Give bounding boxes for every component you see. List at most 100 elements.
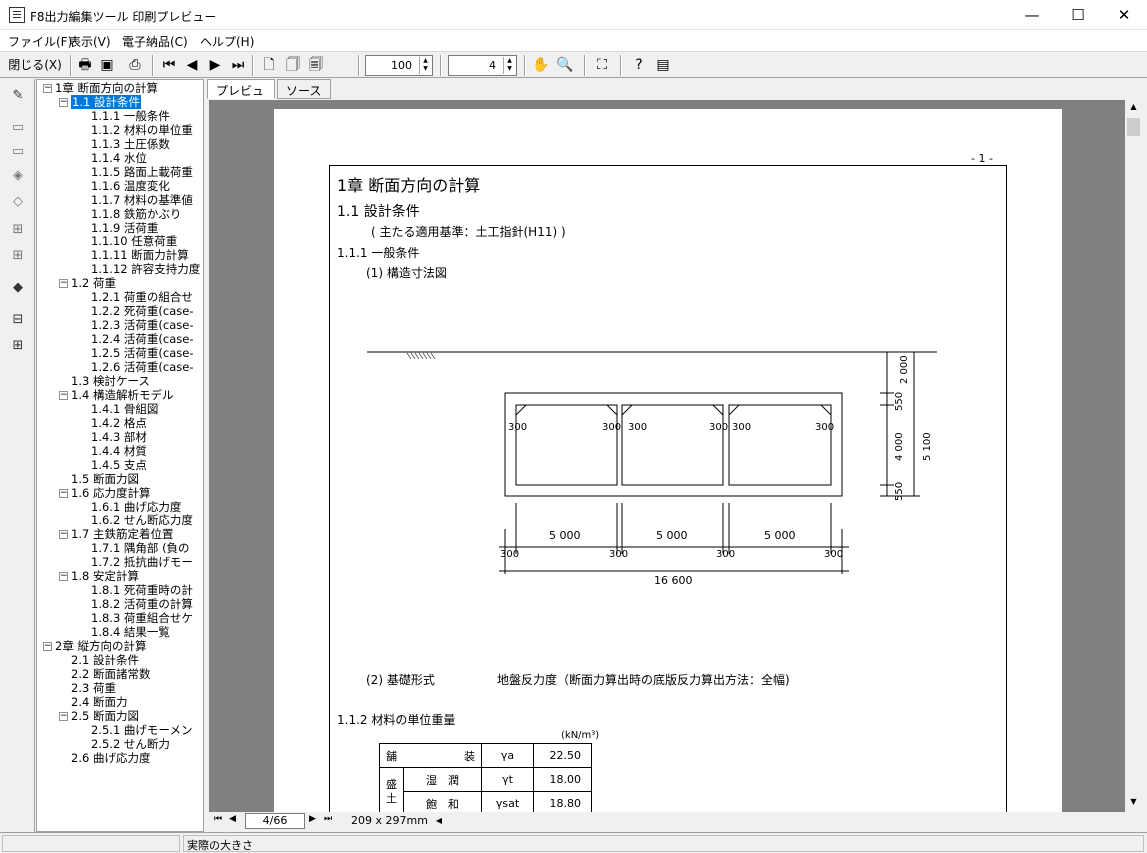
tree-node[interactable]: 2.3 荷重 <box>59 681 116 696</box>
menu-electronic-delivery[interactable]: 電子納品(C) <box>122 33 188 50</box>
tool-icon-2[interactable]: ▭ <box>6 141 30 163</box>
page-field[interactable]: 4/66 <box>245 813 305 829</box>
tree-node[interactable]: 1.2.5 活荷重(case- <box>79 347 194 361</box>
tree-node[interactable]: −1.6 応力度計算 <box>59 486 150 501</box>
tree-node[interactable]: 1.1.1 一般条件 <box>79 109 170 124</box>
tree-expander-icon[interactable]: − <box>43 642 52 651</box>
fit-page-icon[interactable]: ⛶ <box>591 55 613 76</box>
tree-node[interactable]: −1.1 設計条件 <box>59 94 141 110</box>
hand-tool-icon[interactable]: ✋ <box>530 55 552 76</box>
tree-node[interactable]: 1.4.4 材質 <box>79 444 147 459</box>
tree-expander-icon[interactable]: − <box>59 711 68 721</box>
tree-node[interactable]: 1.7.2 抵抗曲げモー <box>79 556 193 570</box>
scroll-thumb[interactable] <box>1127 118 1140 136</box>
tree-node[interactable]: 1.1.11 断面力計算 <box>79 249 189 263</box>
tree-node[interactable]: 1.2.6 活荷重(case- <box>79 361 194 375</box>
single-page-icon[interactable]: 🗋 <box>258 55 280 76</box>
tool-icon-7[interactable]: ◆ <box>6 277 30 299</box>
tree-node[interactable]: 1.2.4 活荷重(case- <box>79 333 194 347</box>
nav-prev-icon[interactable]: ◀ <box>229 814 236 824</box>
tree-node[interactable]: 1.1.5 路面上載荷重 <box>79 165 193 180</box>
tree-node[interactable]: 1.3 検討ケース <box>59 374 150 389</box>
help-icon[interactable]: ? <box>628 55 650 76</box>
tree-node[interactable]: 1.2.1 荷重の組合せ <box>79 291 193 305</box>
minimize-button[interactable]: — <box>1009 0 1055 30</box>
scroll-down-icon[interactable]: ▼ <box>1127 797 1140 809</box>
maximize-button[interactable]: ☐ <box>1055 0 1101 30</box>
tree-expander-icon[interactable]: − <box>59 530 68 540</box>
print-icon[interactable]: 🖶 <box>74 55 96 76</box>
tool-icon-1[interactable]: ▭ <box>6 117 30 139</box>
vertical-scrollbar[interactable]: ▲ ▼ <box>1125 100 1142 812</box>
tree-node[interactable]: 1.7.1 隅角部 (負の <box>79 542 190 556</box>
info-icon[interactable]: ▤ <box>652 55 674 76</box>
grid-icon[interactable]: ⊞ <box>6 335 30 357</box>
tree-expander-icon[interactable]: − <box>59 390 68 400</box>
tree-node[interactable]: 1.8.1 死荷重時の計 <box>79 584 193 598</box>
tree-node[interactable]: 1.4.5 支点 <box>79 458 147 473</box>
tree-node[interactable]: −2.5 断面力図 <box>59 709 139 724</box>
tool-icon-3[interactable]: ◈ <box>6 165 30 187</box>
last-page-icon[interactable]: ⏭ <box>227 55 249 76</box>
tree-node[interactable]: −1.4 構造解析モデル <box>59 388 173 403</box>
tree-expander-icon[interactable]: − <box>59 97 68 107</box>
tree-node[interactable]: 2.1 設計条件 <box>59 653 139 668</box>
tree-node[interactable]: −1.7 主鉄筋定着位置 <box>59 528 173 542</box>
tree-expander-icon[interactable]: − <box>59 572 68 582</box>
two-page-icon[interactable]: 🗍 <box>282 55 304 76</box>
nav-last-icon[interactable]: ⏭ <box>324 814 332 824</box>
nav-first-icon[interactable]: ⏮ <box>214 814 222 824</box>
scroll-up-icon[interactable]: ▲ <box>1127 102 1140 114</box>
print-setup-icon[interactable]: ⎙ <box>124 55 146 76</box>
tree-node[interactable]: 1.1.9 活荷重 <box>79 221 158 236</box>
menu-view[interactable]: 表示(V) <box>69 33 111 50</box>
tree-node[interactable]: 1.1.12 許容支持力度 <box>79 263 200 277</box>
close-window-button[interactable]: ✕ <box>1101 0 1147 30</box>
tree-node[interactable]: −2章 縦方向の計算 <box>43 640 146 654</box>
menu-help[interactable]: ヘルプ(H) <box>200 33 254 50</box>
tree-node[interactable]: 1.1.7 材料の基準値 <box>79 193 193 208</box>
tree-node[interactable]: 2.5.2 せん断力 <box>79 737 170 752</box>
next-page-icon[interactable]: ▶ <box>204 55 226 76</box>
tree-node[interactable]: 1.4.2 格点 <box>79 416 147 431</box>
save-icon[interactable]: ▣ <box>96 55 118 76</box>
tree-expander-icon[interactable]: − <box>59 488 68 498</box>
tree-node[interactable]: 2.2 断面諸常数 <box>59 667 150 682</box>
tool-icon-5[interactable]: ⊞ <box>6 219 30 241</box>
close-preview-button[interactable]: 閉じる(X) <box>5 55 65 76</box>
tree-node[interactable]: 2.5.1 曲げモーメン <box>79 723 192 738</box>
multi-page-icon[interactable]: 🗐 <box>305 55 327 76</box>
tab-preview[interactable]: プレビュー <box>207 79 275 115</box>
tree-node[interactable]: 1.2.3 活荷重(case- <box>79 319 194 333</box>
tree-node[interactable]: 1.2.2 死荷重(case- <box>79 305 194 319</box>
tree-node[interactable]: 2.4 断面力 <box>59 695 127 710</box>
outline-tree[interactable]: −1章 断面方向の計算 −1.1 設計条件 1.1.1 一般条件 1.1.2 材料の単… <box>36 79 204 832</box>
tree-node[interactable]: 1.8.2 活荷重の計算 <box>79 598 193 612</box>
tree-expander-icon[interactable]: − <box>43 84 52 93</box>
first-page-icon[interactable]: ⏮ <box>158 55 180 76</box>
tree-node[interactable]: −1章 断面方向の計算 <box>43 82 158 96</box>
edit-pen-icon[interactable]: ✎ <box>6 85 30 107</box>
tree-node[interactable]: 1.1.4 水位 <box>79 151 147 166</box>
tree-node[interactable]: 1.4.1 骨組図 <box>79 402 158 417</box>
tree-node[interactable]: 1.8.4 結果一覧 <box>79 626 170 640</box>
tree-node[interactable]: −1.8 安定計算 <box>59 570 139 584</box>
tool-icon-6[interactable]: ⊞ <box>6 245 30 267</box>
tab-source[interactable]: ソース <box>277 79 331 99</box>
tree-node[interactable]: 1.1.6 温度変化 <box>79 179 170 194</box>
tree-node[interactable]: 1.1.10 任意荷重 <box>79 235 177 249</box>
tree-node[interactable]: 1.1.8 鉄筋かぶり <box>79 207 181 222</box>
tree-icon[interactable]: ⊟ <box>6 309 30 331</box>
tree-node[interactable]: 1.6.2 せん断応力度 <box>79 514 193 528</box>
tree-node[interactable]: −1.2 荷重 <box>59 277 116 291</box>
page-spinbox[interactable]: 4 ▲ ▼ <box>448 55 517 76</box>
zoom-spin-arrows[interactable]: ▲ ▼ <box>419 57 431 74</box>
preview-area[interactable]: - 1 - 1章 断面方向の計算 1.1 設計条件 ( 主たる適用基準：土工指針… <box>209 100 1125 812</box>
tree-node[interactable]: 1.4.3 部材 <box>79 430 147 445</box>
tree-expander-icon[interactable]: − <box>59 279 68 289</box>
tree-node[interactable]: 1.1.3 土圧係数 <box>79 137 170 152</box>
tool-icon-4[interactable]: ◇ <box>6 191 30 213</box>
tree-node[interactable]: 1.5 断面力図 <box>59 472 139 487</box>
tree-node[interactable]: 1.1.2 材料の単位重 <box>79 123 193 138</box>
hscroll-left-icon[interactable]: ◀ <box>432 812 446 829</box>
